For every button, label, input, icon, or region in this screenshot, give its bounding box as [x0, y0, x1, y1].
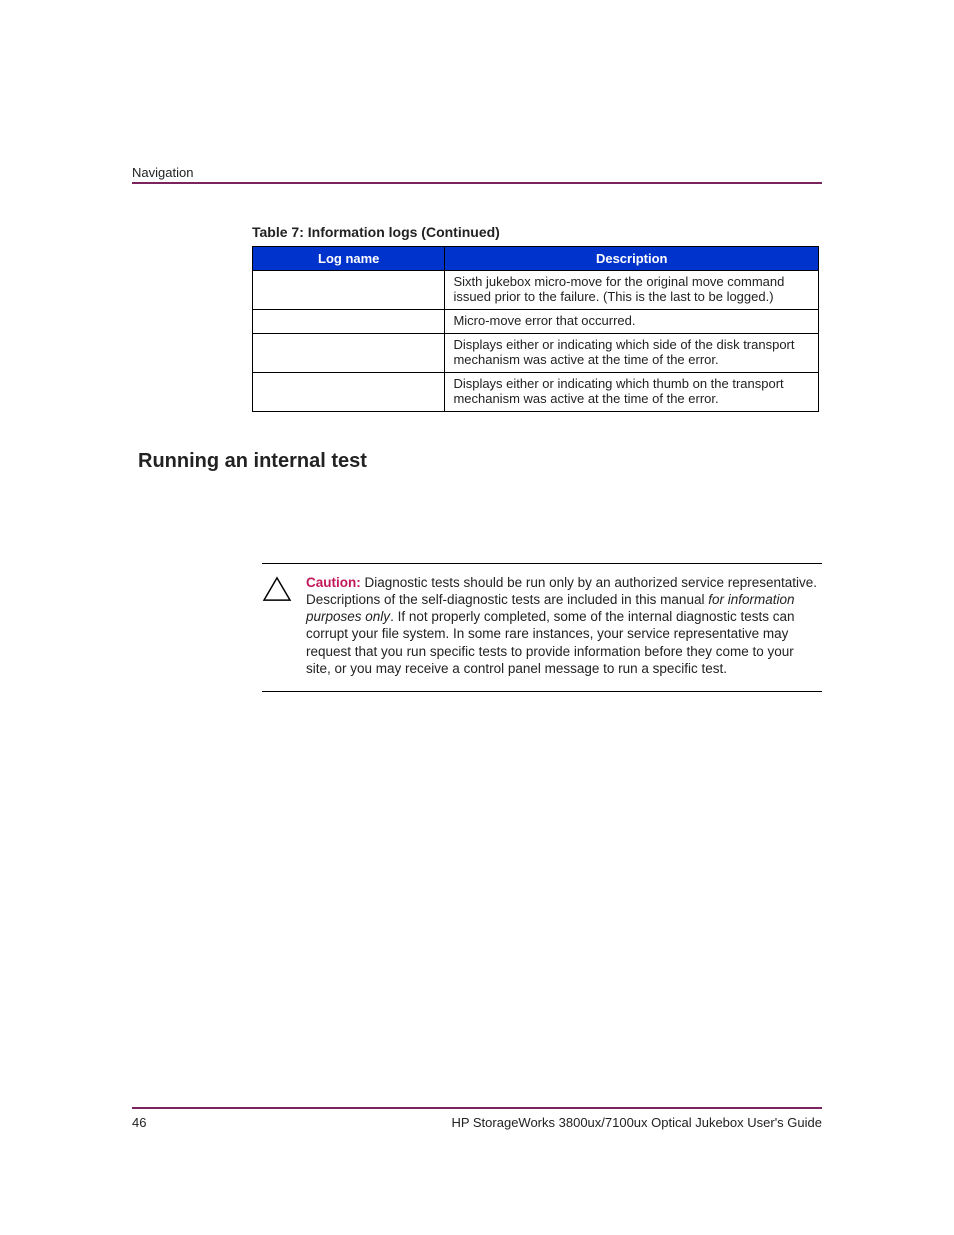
caution-bottom-rule: [262, 691, 822, 692]
table-row: Micro-move error that occurred.: [253, 309, 819, 333]
cell-log: [253, 309, 445, 333]
cell-log: [253, 271, 445, 310]
table-row: Displays either or indicating which side…: [253, 333, 819, 372]
cell-log: [253, 333, 445, 372]
footer-title: HP StorageWorks 3800ux/7100ux Optical Ju…: [451, 1115, 822, 1130]
cell-desc: Displays either or indicating which side…: [445, 333, 819, 372]
cell-desc: Micro-move error that occurred.: [445, 309, 819, 333]
caution-text: Caution: Diagnostic tests should be run …: [306, 574, 822, 678]
col-description: Description: [445, 247, 819, 271]
page-number: 46: [132, 1115, 146, 1130]
table-row: Sixth jukebox micro-move for the origina…: [253, 271, 819, 310]
section-heading: Running an internal test: [138, 450, 822, 473]
cell-desc: Sixth jukebox micro-move for the origina…: [445, 271, 819, 310]
footer-rule: [132, 1107, 822, 1109]
table-caption: Table 7: Information logs (Continued): [252, 224, 822, 240]
col-log-name: Log name: [253, 247, 445, 271]
cell-log: [253, 372, 445, 411]
header-rule: [132, 182, 822, 184]
page-footer: 46 HP StorageWorks 3800ux/7100ux Optical…: [132, 1107, 822, 1130]
table-row: Displays either or indicating which thum…: [253, 372, 819, 411]
cell-desc: Displays either or indicating which thum…: [445, 372, 819, 411]
header-section: Navigation: [132, 165, 822, 180]
caution-triangle-icon: [262, 576, 292, 602]
caution-label: Caution:: [306, 575, 361, 590]
caution-block: Caution: Diagnostic tests should be run …: [262, 563, 822, 693]
info-logs-table: Log name Description Sixth jukebox micro…: [252, 246, 819, 412]
